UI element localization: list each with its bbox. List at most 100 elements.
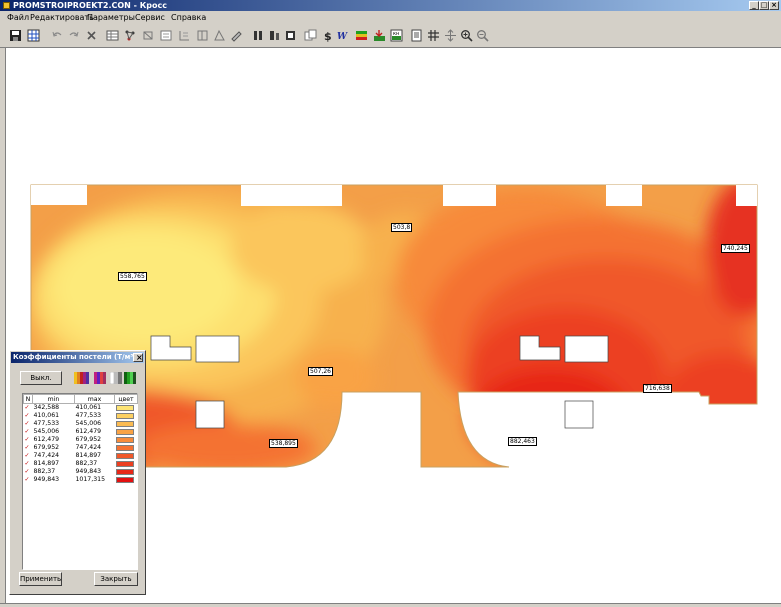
w-icon[interactable]: W [337, 29, 350, 42]
color-swatch[interactable] [115, 428, 138, 436]
palette-rainbow-icon[interactable] [94, 372, 108, 384]
apply-button[interactable]: Применить [19, 572, 62, 586]
undo-icon[interactable] [51, 29, 64, 42]
color-swatch[interactable] [115, 420, 138, 428]
menu-service[interactable]: Сервис [135, 13, 165, 22]
svg-text:W: W [337, 32, 348, 42]
range-max: 545,006 [75, 420, 102, 427]
range-min: 410,061 [33, 412, 60, 419]
paint-icon[interactable] [230, 29, 243, 42]
dialog-close-button[interactable]: × [133, 353, 143, 362]
row-checkbox-icon[interactable]: ✓ [24, 436, 33, 444]
legend-row[interactable]: ✓ 342,588 410,061 [24, 404, 138, 413]
column-header-color: цвет [114, 394, 138, 404]
close-window-button[interactable]: × [769, 1, 779, 10]
column-icon[interactable] [252, 29, 265, 42]
column-header-min: min [32, 394, 75, 404]
row-checkbox-icon[interactable]: ✓ [24, 444, 33, 452]
toolbar: $ W кн [0, 25, 781, 48]
row-checkbox-icon[interactable]: ✓ [24, 404, 33, 413]
color-swatch[interactable] [115, 412, 138, 420]
row-checkbox-icon[interactable]: ✓ [24, 460, 33, 468]
color-swatch[interactable] [115, 468, 138, 476]
split-icon[interactable] [178, 29, 191, 42]
slab-icon[interactable] [284, 29, 297, 42]
link-icon[interactable] [160, 29, 173, 42]
palette-green-icon[interactable] [124, 372, 138, 384]
menu-help[interactable]: Справка [171, 13, 206, 22]
range-max: 612,479 [75, 428, 102, 435]
grid-icon[interactable] [27, 29, 40, 42]
title-bar: PROMSTROIPROEKT2.CON - Кросс _ □ × [0, 0, 781, 11]
legend-row[interactable]: ✓ 747,424 814,897 [24, 452, 138, 460]
menu-edit[interactable]: Редактировать [30, 13, 94, 22]
save-icon[interactable] [9, 29, 22, 42]
app-icon [3, 2, 10, 9]
column-header-n: N [23, 394, 33, 404]
range-max: 747,424 [75, 444, 102, 451]
color-swatch[interactable] [115, 404, 138, 413]
legend-row[interactable]: ✓ 949,843 1017,315 [24, 476, 138, 484]
zoom-out-icon[interactable] [476, 29, 489, 42]
row-checkbox-icon[interactable]: ✓ [24, 428, 33, 436]
legend-row[interactable]: ✓ 477,533 545,006 [24, 420, 138, 428]
palette-gray-icon[interactable] [110, 372, 122, 384]
menu-parameters[interactable]: Параметры [87, 13, 135, 22]
dialog-title-bar[interactable]: Коэффициенты постели (Т/м³... × [11, 352, 144, 363]
row-checkbox-icon[interactable]: ✓ [24, 452, 33, 460]
minimize-button[interactable]: _ [749, 1, 759, 10]
legend-row[interactable]: ✓ 612,479 679,952 [24, 436, 138, 444]
merge-icon[interactable] [196, 29, 209, 42]
color-swatch[interactable] [115, 452, 138, 460]
column-header-max: max [74, 394, 115, 404]
bedding-coefficients-dialog: Коэффициенты постели (Т/м³... × Выкл. N … [9, 350, 146, 595]
color-swatch[interactable] [115, 436, 138, 444]
svg-text:кн: кн [393, 31, 399, 37]
map-value-label: 507,26 [308, 367, 333, 376]
color-map-icon[interactable] [355, 29, 368, 42]
map-value-label: 716,638 [643, 384, 672, 393]
range-max: 679,952 [75, 436, 102, 443]
map-value-label: 558,765 [118, 272, 147, 281]
palette-warm-icon[interactable] [74, 372, 92, 384]
row-checkbox-icon[interactable]: ✓ [24, 476, 33, 484]
legend-row[interactable]: ✓ 882,37 949,843 [24, 468, 138, 476]
table-icon[interactable] [106, 29, 119, 42]
move-icon[interactable] [444, 29, 457, 42]
redo-icon[interactable] [67, 29, 80, 42]
color-swatch[interactable] [115, 460, 138, 468]
color-swatch[interactable] [115, 444, 138, 452]
ground-icon[interactable] [373, 29, 386, 42]
wall-icon[interactable] [268, 29, 281, 42]
range-min: 747,424 [33, 452, 60, 459]
delete-icon[interactable] [85, 29, 98, 42]
report-icon[interactable] [410, 29, 423, 42]
map-value-label: 503,8 [391, 223, 413, 232]
nodes-icon[interactable] [124, 29, 137, 42]
range-min: 612,479 [33, 436, 60, 443]
off-button[interactable]: Выкл. [20, 371, 62, 385]
range-min: 814,897 [33, 460, 60, 467]
elements-icon[interactable] [142, 29, 155, 42]
range-min: 882,37 [33, 468, 56, 475]
menu-file[interactable]: Файл [7, 13, 29, 22]
legend-row[interactable]: ✓ 545,006 612,479 [24, 428, 138, 436]
row-checkbox-icon[interactable]: ✓ [24, 420, 33, 428]
row-checkbox-icon[interactable]: ✓ [24, 468, 33, 476]
row-checkbox-icon[interactable]: ✓ [24, 412, 33, 420]
zoom-in-icon[interactable] [460, 29, 473, 42]
label-icon[interactable]: кн [390, 29, 403, 42]
legend-row[interactable]: ✓ 410,061 477,533 [24, 412, 138, 420]
close-button[interactable]: Закрыть [94, 572, 138, 586]
color-swatch[interactable] [115, 476, 138, 484]
dollar-icon[interactable]: $ [321, 29, 334, 42]
range-max: 1017,315 [75, 476, 106, 483]
maximize-button[interactable]: □ [759, 1, 769, 10]
mesh-icon[interactable] [213, 29, 226, 42]
copy-icon[interactable] [304, 29, 317, 42]
legend-row[interactable]: ✓ 679,952 747,424 [24, 444, 138, 452]
range-min: 342,588 [33, 404, 60, 411]
legend-row[interactable]: ✓ 814,897 882,37 [24, 460, 138, 468]
hatch-icon[interactable] [427, 29, 440, 42]
range-max: 882,37 [75, 460, 98, 467]
